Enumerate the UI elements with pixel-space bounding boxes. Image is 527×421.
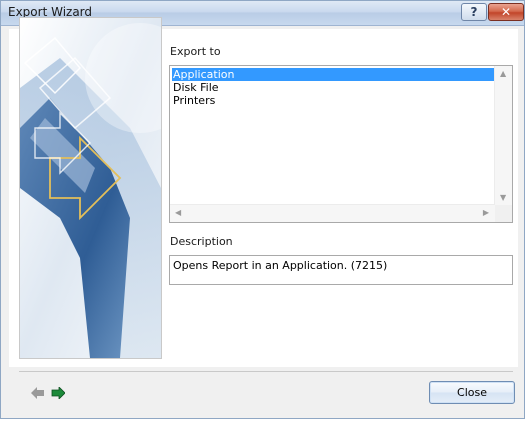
description-field: Opens Report in an Application. (7215) (169, 255, 513, 285)
scroll-down-icon[interactable]: ▼ (500, 193, 506, 202)
scroll-right-icon[interactable]: ▶ (483, 208, 489, 217)
export-target-list[interactable]: Application Disk File Printers ▲ ▼ ◀ ▶ (169, 65, 513, 223)
horizontal-scrollbar[interactable]: ◀ ▶ (170, 204, 495, 222)
description-label: Description (170, 235, 233, 248)
footer-separator (19, 371, 513, 372)
close-icon: ✕ (500, 5, 512, 19)
arrow-right-icon[interactable] (51, 387, 65, 399)
vertical-scrollbar[interactable]: ▲ ▼ (494, 66, 512, 205)
help-icon: ? (470, 5, 478, 19)
scrollbar-corner (495, 205, 512, 222)
title-close-button[interactable]: ✕ (488, 3, 524, 21)
list-item-disk-file[interactable]: Disk File (172, 81, 494, 94)
close-button[interactable]: Close (429, 381, 515, 404)
list-item-printers[interactable]: Printers (172, 94, 494, 107)
scroll-up-icon[interactable]: ▲ (500, 69, 506, 78)
help-button[interactable]: ? (461, 3, 487, 21)
arrow-left-icon[interactable] (31, 387, 45, 399)
export-wizard-window: Export Wizard ? ✕ Export to Application … (0, 0, 525, 419)
wizard-side-image (19, 17, 162, 359)
scroll-left-icon[interactable]: ◀ (175, 208, 181, 217)
close-button-label: Close (457, 386, 487, 399)
list-item-application[interactable]: Application (172, 68, 494, 81)
export-to-label: Export to (170, 45, 221, 58)
